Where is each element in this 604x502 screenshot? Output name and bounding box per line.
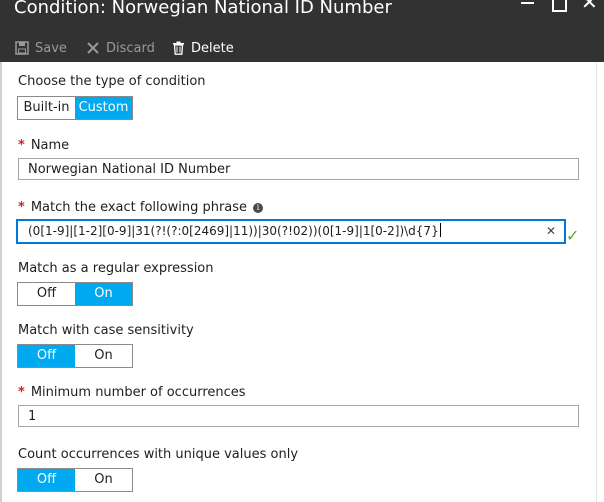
maximize-button[interactable] [552,0,567,12]
phrase-label: Match the exact following phrase [30,200,248,215]
condition-form: Choose the type of condition Built-in Cu… [0,62,604,502]
case-on-option[interactable]: On [75,345,132,367]
discard-icon [87,42,99,54]
delete-button[interactable]: Delete [172,36,234,60]
minimize-button[interactable] [521,2,534,4]
required-marker: * [18,385,25,400]
phrase-value: (0[1-9]|[1-2][0-9]|31(?!(?:0[2469]|11))|… [28,224,439,238]
case-sensitivity-label: Match with case sensitivity [18,323,194,338]
command-bar: Save Discard Delete [0,36,604,60]
custom-option[interactable]: Custom [75,97,132,119]
save-icon [15,41,29,55]
min-occurrences-label-row: * Minimum number of occurrences [18,385,246,400]
phrase-field[interactable]: (0[1-9]|[1-2][0-9]|31(?!(?:0[2469]|11))|… [16,219,566,244]
case-off-option[interactable]: Off [18,345,75,367]
unique-values-toggle: Off On [17,468,133,492]
built-in-option[interactable]: Built-in [18,97,75,119]
required-marker: * [18,200,25,215]
discard-label: Discard [106,40,155,56]
case-sensitivity-toggle: Off On [17,344,133,368]
text-cursor [439,223,441,237]
close-button[interactable]: ✕ [581,0,598,12]
trash-icon [173,41,184,55]
unique-values-label: Count occurrences with unique values onl… [18,447,299,462]
phrase-label-row: * Match the exact following phrase i [18,200,264,215]
unique-off-option[interactable]: Off [18,469,75,491]
regex-on-option[interactable]: On [75,283,132,305]
save-label: Save [35,40,67,56]
title-bar: Condition: Norwegian National ID Number … [0,0,604,62]
left-border [0,62,2,502]
condition-type-toggle: Built-in Custom [17,96,133,120]
info-icon[interactable]: i [253,203,264,213]
min-occurrences-field[interactable]: 1 [18,405,579,427]
discard-button[interactable]: Discard [86,36,155,60]
condition-type-label: Choose the type of condition [18,74,206,89]
min-occurrences-label: Minimum number of occurrences [30,385,246,400]
regex-toggle: Off On [17,282,133,306]
name-field[interactable]: Norwegian National ID Number [18,158,579,180]
regex-label: Match as a regular expression [18,261,214,276]
save-button[interactable]: Save [15,36,67,60]
clear-icon[interactable]: ✕ [546,221,556,242]
valid-check-icon: ✓ [566,226,580,245]
name-label: Name [30,138,70,153]
name-label-row: * Name [18,138,69,153]
window-title: Condition: Norwegian National ID Number [14,0,392,18]
delete-label: Delete [191,40,234,56]
unique-on-option[interactable]: On [75,469,132,491]
regex-off-option[interactable]: Off [18,283,75,305]
right-border [596,62,597,502]
required-marker: * [18,138,25,153]
